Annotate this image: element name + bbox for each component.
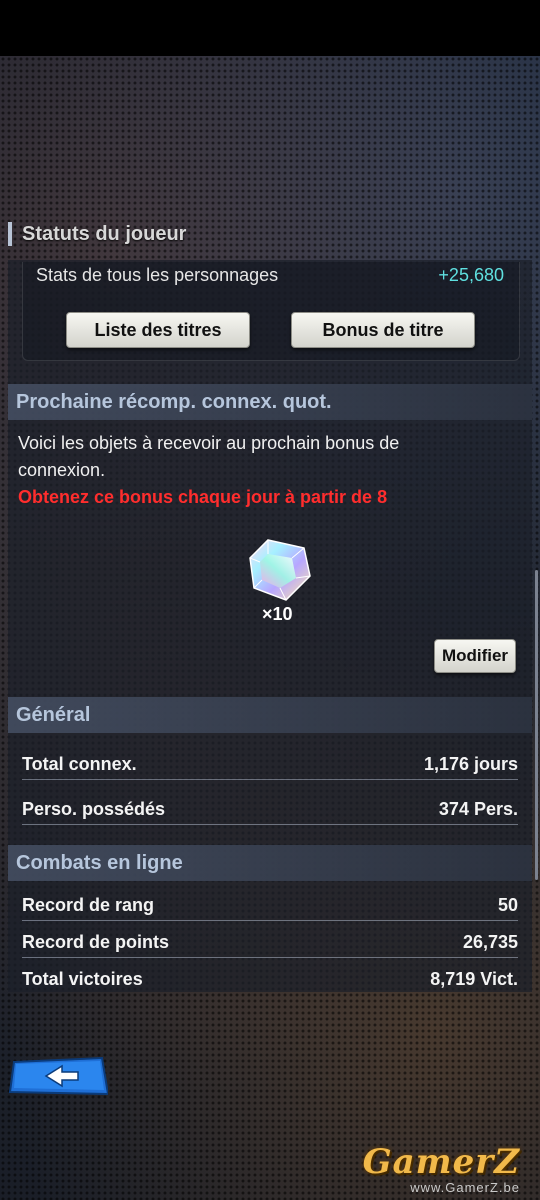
stat-row-owned-characters: Perso. possédés 374 Pers. <box>22 794 518 825</box>
row-label: Perso. possédés <box>22 798 166 819</box>
stat-row-rank-record: Record de rang 50 <box>22 890 518 921</box>
row-value: 8,719 Vict. <box>430 968 518 989</box>
row-value: 374 Pers. <box>438 798 518 819</box>
all-characters-stats-value: +25,680 <box>438 265 504 285</box>
stat-row-points-record: Record de points 26,735 <box>22 927 518 958</box>
daily-login-header: Prochaine récomp. connex. quot. <box>8 384 532 420</box>
scroll-panel[interactable] <box>8 260 532 992</box>
row-label: Record de rang <box>22 894 155 915</box>
row-value: 26,735 <box>462 931 518 952</box>
rainbow-crystal-icon[interactable] <box>246 536 314 604</box>
general-header: Général <box>8 697 532 733</box>
row-label: Record de points <box>22 931 170 952</box>
row-value: 1,176 jours <box>423 753 518 774</box>
stat-row-total-victories: Total victoires 8,719 Vict. <box>22 964 518 994</box>
daily-login-text-2: connexion. <box>18 460 106 480</box>
watermark-logo: GamerZ www.GamerZ.be <box>363 1142 520 1195</box>
daily-login-text-1: Voici les objets à recevoir au prochain … <box>18 433 400 453</box>
title-bonus-button[interactable]: Bonus de titre <box>291 312 475 348</box>
scrollbar[interactable] <box>535 570 538 880</box>
online-battles-header: Combats en ligne <box>8 845 532 881</box>
row-value: 50 <box>497 894 518 915</box>
daily-login-notice: Obtenez ce bonus chaque jour à partir de… <box>18 487 388 507</box>
watermark-name: GamerZ <box>362 1142 520 1182</box>
all-characters-stats-label: Stats de tous les personnages <box>36 265 279 285</box>
watermark-url: www.GamerZ.be <box>410 1180 520 1195</box>
status-bar <box>0 0 540 56</box>
back-arrow-icon[interactable] <box>8 1056 108 1096</box>
row-label: Total connex. <box>22 753 137 774</box>
stat-row-total-logins: Total connex. 1,176 jours <box>22 749 518 780</box>
item-quantity: ×10 <box>262 604 293 624</box>
titles-list-button[interactable]: Liste des titres <box>66 312 250 348</box>
modify-button[interactable]: Modifier <box>434 639 516 673</box>
section-title: Statuts du joueur <box>8 222 186 246</box>
row-label: Total victoires <box>22 968 143 989</box>
